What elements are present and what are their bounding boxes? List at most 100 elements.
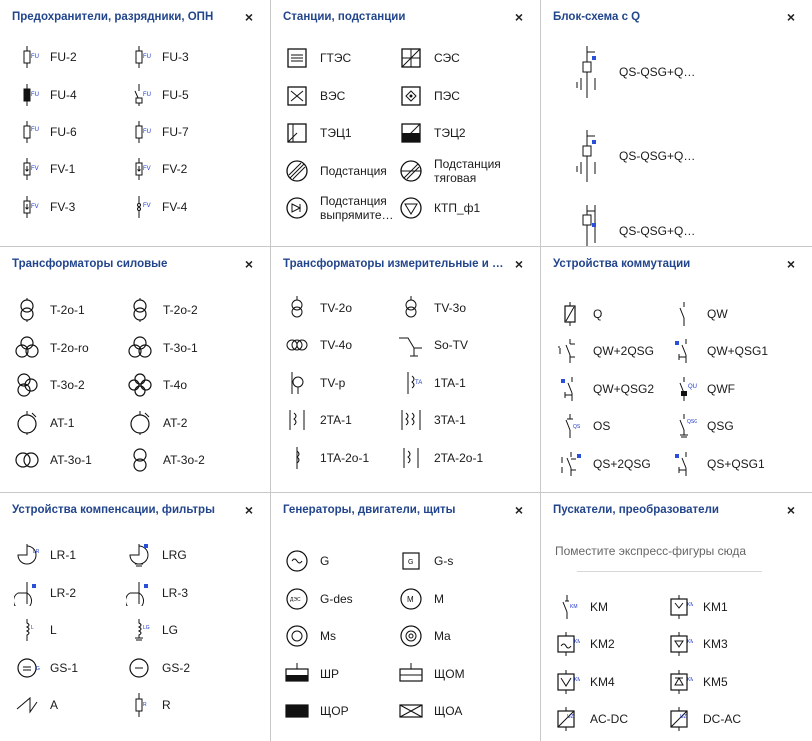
- shape-item[interactable]: FV FV-4: [126, 194, 187, 220]
- shape-item[interactable]: 1TA-2o-1: [284, 445, 369, 471]
- close-icon[interactable]: ×: [242, 257, 256, 271]
- shape-item[interactable]: QS OS: [557, 413, 610, 439]
- shape-label: T-2o-ro: [50, 341, 89, 355]
- shape-label: QS-QSG+Q…: [619, 149, 696, 163]
- shape-item[interactable]: 3TA-1: [398, 407, 466, 433]
- shape-item[interactable]: LR LR-1: [14, 542, 76, 568]
- solar-station-icon: [401, 48, 421, 68]
- close-icon[interactable]: ×: [784, 503, 798, 517]
- shape-item[interactable]: QU QWF: [671, 376, 735, 402]
- shape-item[interactable]: Q: [557, 301, 602, 327]
- shape-item[interactable]: FU FU-6: [14, 119, 77, 145]
- shape-item[interactable]: FV FV-1: [14, 156, 75, 182]
- panel-half-filled-icon: [285, 663, 309, 682]
- shape-item[interactable]: QS+QSG1: [671, 451, 765, 477]
- shape-item[interactable]: СЭС: [398, 45, 460, 71]
- shape-item[interactable]: ШР: [284, 661, 339, 687]
- shape-item[interactable]: TV-4o: [284, 332, 352, 358]
- close-icon[interactable]: ×: [512, 503, 526, 517]
- shape-item[interactable]: KM KM: [554, 594, 608, 620]
- shape-item[interactable]: T-2o-ro: [14, 335, 89, 361]
- fuse-switch-icon: QU: [679, 377, 697, 401]
- shape-item[interactable]: UZ DC-AC: [667, 706, 741, 732]
- shape-item[interactable]: LG LG: [126, 617, 178, 643]
- shape-item[interactable]: TA 1TA-1: [398, 370, 466, 396]
- shape-item[interactable]: AT-2: [127, 410, 187, 436]
- close-icon[interactable]: ×: [512, 257, 526, 271]
- shape-item[interactable]: AT-3o-2: [127, 447, 205, 473]
- close-icon[interactable]: ×: [784, 257, 798, 271]
- shape-item[interactable]: ПЭС: [398, 83, 460, 109]
- shape-item[interactable]: GS-2: [126, 655, 190, 681]
- shape-item[interactable]: ГТЭС: [284, 45, 351, 71]
- shape-item[interactable]: KM KM2: [554, 631, 615, 657]
- shape-item[interactable]: So-TV: [398, 332, 468, 358]
- shape-item[interactable]: T-2o-1: [14, 297, 85, 323]
- shape-item[interactable]: КТП_ф1: [398, 195, 480, 221]
- shape-item[interactable]: Подстанция тяговая: [398, 157, 512, 185]
- svg-text:GS: GS: [36, 666, 40, 672]
- shape-item[interactable]: LR-2: [14, 580, 76, 606]
- close-icon[interactable]: ×: [242, 503, 256, 517]
- shape-item[interactable]: T-2o-2: [127, 297, 198, 323]
- shape-item[interactable]: QS-QSG+Q…: [565, 128, 695, 184]
- shape-item[interactable]: ЩОР: [284, 698, 349, 724]
- shape-item[interactable]: 2TA-1: [284, 407, 352, 433]
- shape-item[interactable]: TV-p: [284, 370, 345, 396]
- shape-item[interactable]: KM KM4: [554, 669, 615, 695]
- shape-item[interactable]: QSG QSG: [671, 413, 734, 439]
- shape-item[interactable]: LL: [14, 617, 57, 643]
- shape-item[interactable]: AT-3o-1: [14, 447, 92, 473]
- shape-label: QSG: [707, 419, 734, 433]
- shape-item[interactable]: ТЭЦ1: [284, 120, 352, 146]
- shape-item[interactable]: GS GS-1: [14, 655, 78, 681]
- shape-item[interactable]: ТЭЦ2: [398, 120, 466, 146]
- shape-item[interactable]: T-3o-1: [127, 335, 198, 361]
- shape-item[interactable]: ЩОА: [398, 698, 462, 724]
- shape-item[interactable]: KM KM1: [667, 594, 728, 620]
- shape-item[interactable]: KM KM3: [667, 631, 728, 657]
- shape-item[interactable]: Подстанция выпрямите…: [284, 194, 398, 222]
- shape-item[interactable]: QS-QSG+Q…: [565, 44, 695, 100]
- shape-item[interactable]: QW+2QSG: [557, 338, 654, 364]
- shape-item[interactable]: ВЭС: [284, 83, 345, 109]
- shape-item[interactable]: QW: [671, 301, 728, 327]
- shape-item[interactable]: TV-2o: [284, 295, 352, 321]
- shape-item[interactable]: Ma: [398, 623, 451, 649]
- shape-item[interactable]: FV FV-3: [14, 194, 75, 220]
- shape-item[interactable]: ЩОМ: [398, 661, 465, 687]
- close-icon[interactable]: ×: [784, 10, 798, 24]
- tv-p-icon: [291, 372, 304, 394]
- shape-item[interactable]: QS+2QSG: [557, 451, 651, 477]
- close-icon[interactable]: ×: [242, 10, 256, 24]
- shape-item[interactable]: LRG: [126, 542, 187, 568]
- shape-item[interactable]: 2TA-2o-1: [398, 445, 483, 471]
- shape-item[interactable]: KM KM5: [667, 669, 728, 695]
- shape-item[interactable]: QS-QSG+Q…: [565, 203, 695, 246]
- shape-item[interactable]: LR-3: [126, 580, 188, 606]
- shape-item[interactable]: A: [14, 692, 58, 718]
- shape-item[interactable]: QW+QSG2: [557, 376, 654, 402]
- shape-item[interactable]: G G-s: [398, 548, 453, 574]
- shape-item[interactable]: T-4o: [127, 372, 187, 398]
- close-icon[interactable]: ×: [512, 10, 526, 24]
- shape-item[interactable]: FV FV-2: [126, 156, 187, 182]
- shape-item[interactable]: G: [284, 548, 329, 574]
- shape-item[interactable]: RR: [126, 692, 171, 718]
- shape-item[interactable]: FU FU-3: [126, 44, 189, 70]
- shape-item[interactable]: MM: [398, 586, 444, 612]
- shape-item[interactable]: Подстанция: [284, 158, 387, 184]
- shape-item[interactable]: FU FU-7: [126, 119, 189, 145]
- shape-item[interactable]: FU FU-5: [126, 82, 189, 108]
- shape-item[interactable]: QW+QSG1: [671, 338, 768, 364]
- shape-item[interactable]: Ms: [284, 623, 336, 649]
- shape-item[interactable]: TV-3o: [398, 295, 466, 321]
- shape-item[interactable]: FU FU-4: [14, 82, 77, 108]
- shape-item[interactable]: UZ AC-DC: [554, 706, 628, 732]
- shape-item[interactable]: AT-1: [14, 410, 74, 436]
- fuse-filled-icon: FU: [23, 84, 39, 106]
- converter-icon: UZ: [670, 707, 688, 731]
- shape-item[interactable]: T-3o-2: [14, 372, 85, 398]
- shape-item[interactable]: ДЭС G-des: [284, 586, 353, 612]
- shape-item[interactable]: FU FU-2: [14, 44, 77, 70]
